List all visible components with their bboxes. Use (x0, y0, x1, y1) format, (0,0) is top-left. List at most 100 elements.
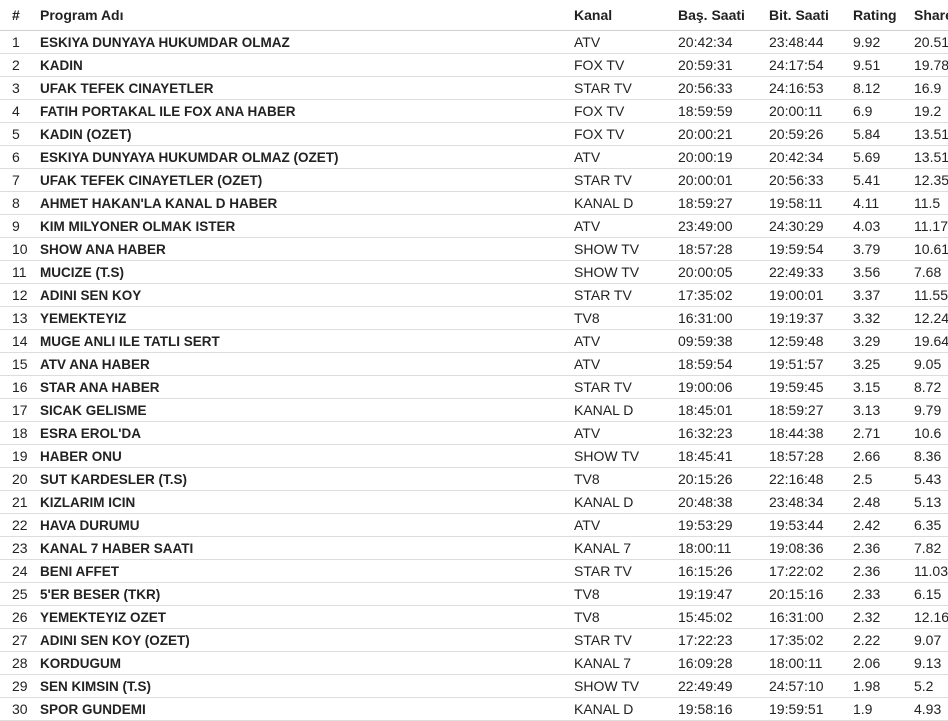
program-name: KANAL 7 HABER SAATI (40, 536, 574, 560)
end-time: 17:35:02 (769, 628, 853, 652)
share-value: 8.72 (914, 375, 948, 399)
table-row[interactable]: 30 SPOR GUNDEMI KANAL D 19:58:16 19:59:51 1.9… (0, 697, 948, 721)
share-value: 11.17 (914, 214, 948, 238)
table-row[interactable]: 11 MUCIZE (T.S) SHOW TV 20:00:05 22:49:33 3.5… (0, 260, 948, 284)
table-row[interactable]: 17 SICAK GELISME KANAL D 18:45:01 18:59:27 3.… (0, 398, 948, 422)
col-header-end-time[interactable]: Bit. Saati (769, 0, 853, 31)
rating-value: 1.9 (853, 697, 914, 721)
rating-value: 4.03 (853, 214, 914, 238)
table-row[interactable]: 28 KORDUGUM KANAL 7 16:09:28 18:00:11 2.06 9.1… (0, 651, 948, 675)
table-body: 1 ESKIYA DUNYAYA HUKUMDAR OLMAZ ATV 20:42:3… (0, 30, 948, 721)
table-row[interactable]: 6 ESKIYA DUNYAYA HUKUMDAR OLMAZ (OZET) ATV… (0, 145, 948, 169)
start-time: 20:00:05 (678, 260, 769, 284)
end-time: 18:59:27 (769, 398, 853, 422)
table-row[interactable]: 1 ESKIYA DUNYAYA HUKUMDAR OLMAZ ATV 20:42:3… (0, 30, 948, 54)
table-row[interactable]: 2 KADIN FOX TV 20:59:31 24:17:54 9.51 19.78 (0, 53, 948, 77)
program-name: ESKIYA DUNYAYA HUKUMDAR OLMAZ (40, 30, 574, 54)
table-row[interactable]: 15 ATV ANA HABER ATV 18:59:54 19:51:57 3.25 9.… (0, 352, 948, 376)
channel-name: KANAL 7 (574, 536, 678, 560)
share-value: 20.51 (914, 30, 948, 54)
program-name: UFAK TEFEK CINAYETLER (OZET) (40, 168, 574, 192)
table-row[interactable]: 14 MUGE ANLI ILE TATLI SERT ATV 09:59:38 12:… (0, 329, 948, 353)
row-number: 22 (0, 513, 40, 537)
table-row[interactable]: 23 KANAL 7 HABER SAATI KANAL 7 18:00:11 19:0… (0, 536, 948, 560)
program-name: SUT KARDESLER (T.S) (40, 467, 574, 491)
program-name: HABER ONU (40, 444, 574, 468)
table-row[interactable]: 21 KIZLARIM ICIN KANAL D 20:48:38 23:48:34 2.… (0, 490, 948, 514)
share-value: 7.82 (914, 536, 948, 560)
end-time: 20:00:11 (769, 99, 853, 123)
rating-value: 9.51 (853, 53, 914, 77)
table-row[interactable]: 4 FATIH PORTAKAL ILE FOX ANA HABER FOX TV 1… (0, 99, 948, 123)
row-number: 4 (0, 99, 40, 123)
row-number: 8 (0, 191, 40, 215)
col-header-program[interactable]: Program Adı (40, 0, 574, 31)
table-row[interactable]: 26 YEMEKTEYIZ OZET TV8 15:45:02 16:31:00 2.32… (0, 605, 948, 629)
col-header-rating[interactable]: Rating (853, 0, 914, 31)
header-row: # Program Adı Kanal Baş. Saati Bit. Saat… (0, 0, 948, 31)
end-time: 19:59:45 (769, 375, 853, 399)
share-value: 19.78 (914, 53, 948, 77)
table-row[interactable]: 18 ESRA EROL'DA ATV 16:32:23 18:44:38 2.71 10.… (0, 421, 948, 445)
end-time: 20:15:16 (769, 582, 853, 606)
row-number: 3 (0, 76, 40, 100)
row-number: 1 (0, 30, 40, 54)
program-name: MUGE ANLI ILE TATLI SERT (40, 329, 574, 353)
end-time: 24:17:54 (769, 53, 853, 77)
col-header-number[interactable]: # (0, 0, 40, 31)
program-name: UFAK TEFEK CINAYETLER (40, 76, 574, 100)
start-time: 16:09:28 (678, 651, 769, 675)
channel-name: STAR TV (574, 375, 678, 399)
row-number: 7 (0, 168, 40, 192)
col-header-channel[interactable]: Kanal (574, 0, 678, 31)
table-row[interactable]: 3 UFAK TEFEK CINAYETLER STAR TV 20:56:33 24:… (0, 76, 948, 100)
table-row[interactable]: 22 HAVA DURUMU ATV 19:53:29 19:53:44 2.42 6.35 (0, 513, 948, 537)
share-value: 8.36 (914, 444, 948, 468)
table-row[interactable]: 9 KIM MILYONER OLMAK ISTER ATV 23:49:00 24:3… (0, 214, 948, 238)
table-row[interactable]: 10 SHOW ANA HABER SHOW TV 18:57:28 19:59:54 3… (0, 237, 948, 261)
table-row[interactable]: 24 BENI AFFET STAR TV 16:15:26 17:22:02 2.36 1… (0, 559, 948, 583)
table-row[interactable]: 19 HABER ONU SHOW TV 18:45:41 18:57:28 2.66 8.… (0, 444, 948, 468)
table-row[interactable]: 5 KADIN (OZET) FOX TV 20:00:21 20:59:26 5.84 1… (0, 122, 948, 146)
table-row[interactable]: 12 ADINI SEN KOY STAR TV 17:35:02 19:00:01 3.… (0, 283, 948, 307)
row-number: 26 (0, 605, 40, 629)
program-name: ADINI SEN KOY (OZET) (40, 628, 574, 652)
row-number: 19 (0, 444, 40, 468)
share-value: 4.93 (914, 697, 948, 721)
table-row[interactable]: 29 SEN KIMSIN (T.S) SHOW TV 22:49:49 24:57:1… (0, 674, 948, 698)
channel-name: TV8 (574, 605, 678, 629)
col-header-share[interactable]: Share (914, 0, 948, 31)
table-row[interactable]: 7 UFAK TEFEK CINAYETLER (OZET) STAR TV 20:0… (0, 168, 948, 192)
col-header-start-time[interactable]: Baş. Saati (678, 0, 769, 31)
end-time: 19:59:54 (769, 237, 853, 261)
end-time: 19:59:51 (769, 697, 853, 721)
share-value: 12.16 (914, 605, 948, 629)
start-time: 18:59:27 (678, 191, 769, 215)
channel-name: KANAL D (574, 490, 678, 514)
table-row[interactable]: 27 ADINI SEN KOY (OZET) STAR TV 17:22:23 17:… (0, 628, 948, 652)
table-row[interactable]: 13 YEMEKTEYIZ TV8 16:31:00 19:19:37 3.32 12.24 (0, 306, 948, 330)
share-value: 12.35 (914, 168, 948, 192)
end-time: 19:19:37 (769, 306, 853, 330)
rating-value: 4.11 (853, 191, 914, 215)
row-number: 10 (0, 237, 40, 261)
program-name: SHOW ANA HABER (40, 237, 574, 261)
share-value: 9.79 (914, 398, 948, 422)
end-time: 17:22:02 (769, 559, 853, 583)
table-row[interactable]: 20 SUT KARDESLER (T.S) TV8 20:15:26 22:16:48… (0, 467, 948, 491)
rating-value: 2.42 (853, 513, 914, 537)
program-name: SPOR GUNDEMI (40, 697, 574, 721)
channel-name: STAR TV (574, 283, 678, 307)
row-number: 11 (0, 260, 40, 284)
table-row[interactable]: 16 STAR ANA HABER STAR TV 19:00:06 19:59:45 3… (0, 375, 948, 399)
end-time: 22:49:33 (769, 260, 853, 284)
table-row[interactable]: 25 5'ER BESER (TKR) TV8 19:19:47 20:15:16 2.3… (0, 582, 948, 606)
end-time: 24:16:53 (769, 76, 853, 100)
channel-name: ATV (574, 30, 678, 54)
end-time: 18:44:38 (769, 421, 853, 445)
table-row[interactable]: 8 AHMET HAKAN'LA KANAL D HABER KANAL D 18:5… (0, 191, 948, 215)
start-time: 18:45:41 (678, 444, 769, 468)
share-value: 6.15 (914, 582, 948, 606)
end-time: 22:16:48 (769, 467, 853, 491)
share-value: 9.05 (914, 352, 948, 376)
